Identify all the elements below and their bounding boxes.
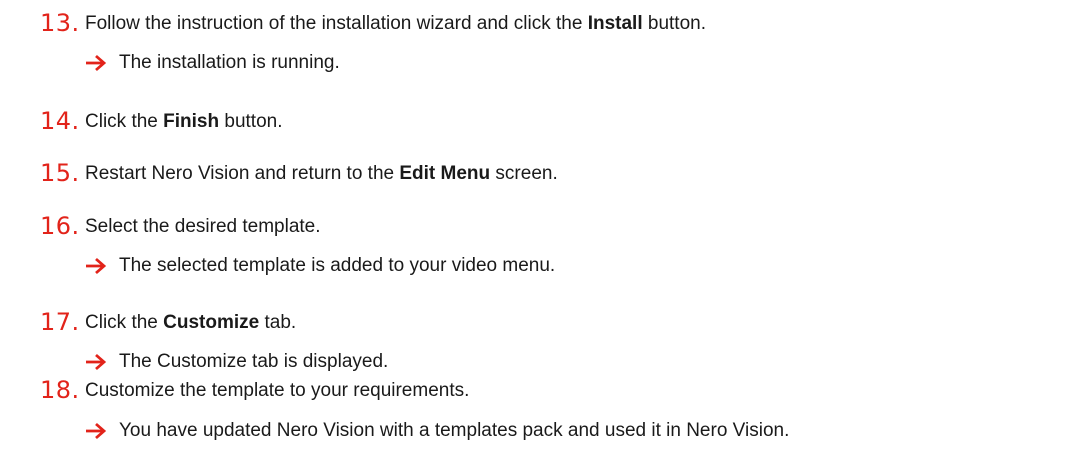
step-number: 15. [40,159,80,187]
step-text: Click the Finish button. [85,111,283,132]
step-number: 14. [40,107,80,135]
right-arrow-icon [86,422,107,440]
result-text: You have updated Nero Vision with a temp… [119,420,790,441]
step-text: Select the desired template. [85,216,321,237]
ui-term-finish: Finish [163,111,220,132]
step-number: 16. [40,212,80,240]
step-number: 18. [40,376,80,404]
result-text: The installation is running. [119,52,340,73]
result-text: The Customize tab is displayed. [119,351,389,372]
ui-term-customize: Customize [163,312,260,333]
step-13-result: The installation is running. [85,52,1065,74]
step-text: Customize the template to your requireme… [85,380,470,401]
instruction-steps: 13. Follow the instruction of the instal… [0,0,1072,455]
step-17-result: The Customize tab is displayed. [85,351,1065,373]
ui-term-install: Install [587,13,643,34]
result-text: The selected template is added to your v… [119,255,556,276]
step-number: 13. [40,9,80,37]
step-text: Follow the instruction of the installati… [85,13,706,34]
step-18-result: You have updated Nero Vision with a temp… [85,420,1065,442]
step-16-result: The selected template is added to your v… [85,255,1065,277]
right-arrow-icon [86,257,107,275]
step-text: Restart Nero Vision and return to the Ed… [85,163,558,184]
right-arrow-icon [86,54,107,72]
ui-term-edit-menu: Edit Menu [399,163,491,184]
step-number: 17. [40,308,80,336]
right-arrow-icon [86,353,107,371]
step-text: Click the Customize tab. [85,312,297,333]
